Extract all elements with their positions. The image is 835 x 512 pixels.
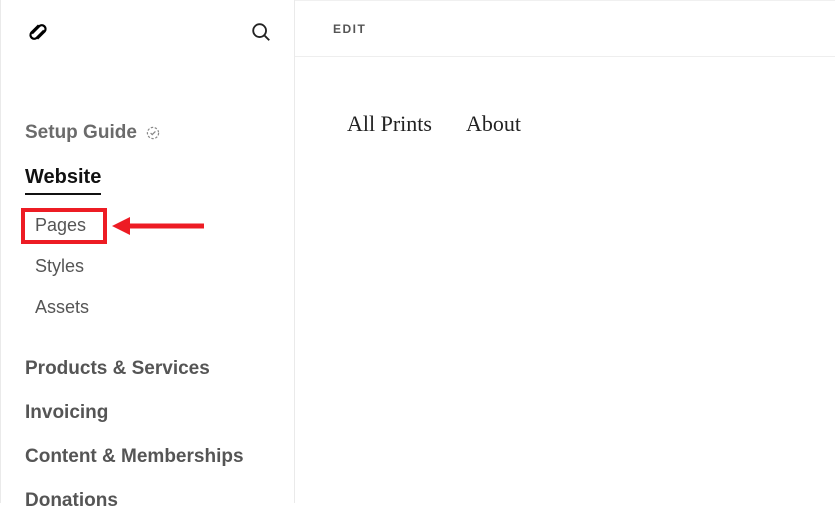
main-header: EDIT xyxy=(295,1,835,57)
site-preview: All Prints About xyxy=(295,57,835,137)
sidebar-item-setup-guide[interactable]: Setup Guide xyxy=(25,122,294,144)
squarespace-logo-icon[interactable] xyxy=(23,17,53,47)
sidebar-nav: Setup Guide Website Pages xyxy=(1,50,294,512)
sidebar-item-products-services[interactable]: Products & Services xyxy=(25,358,294,380)
preview-nav-label: About xyxy=(466,111,521,136)
preview-nav-label: All Prints xyxy=(347,111,432,136)
sidebar-subitem-pages[interactable]: Pages xyxy=(25,215,86,236)
sidebar-section-website: Website Pages Styles Assets xyxy=(25,166,294,338)
sidebar-item-label: Pages xyxy=(35,215,86,235)
preview-nav-link-about[interactable]: About xyxy=(466,111,521,137)
sidebar-subitem-assets[interactable]: Assets xyxy=(25,297,89,318)
sidebar-item-label: Styles xyxy=(35,256,84,276)
sidebar-item-invoicing[interactable]: Invoicing xyxy=(25,402,294,424)
sidebar-item-website[interactable]: Website xyxy=(25,166,101,195)
sidebar-item-label: Donations xyxy=(25,490,118,511)
app-root: Setup Guide Website Pages xyxy=(0,0,835,503)
sidebar: Setup Guide Website Pages xyxy=(0,0,295,503)
sidebar-item-donations[interactable]: Donations xyxy=(25,490,294,512)
sidebar-item-label: Website xyxy=(25,166,101,188)
edit-mode-label[interactable]: EDIT xyxy=(333,22,366,36)
setup-progress-icon xyxy=(145,122,161,144)
sidebar-item-label: Setup Guide xyxy=(25,122,137,144)
preview-nav-link-all-prints[interactable]: All Prints xyxy=(347,111,432,137)
main-panel: EDIT All Prints About xyxy=(295,0,835,503)
sidebar-item-content-memberships[interactable]: Content & Memberships xyxy=(25,446,294,468)
sidebar-item-label: Content & Memberships xyxy=(25,446,244,467)
sidebar-item-label: Products & Services xyxy=(25,358,210,379)
preview-nav: All Prints About xyxy=(347,111,835,137)
sidebar-top xyxy=(1,0,294,50)
sidebar-item-label: Invoicing xyxy=(25,402,108,423)
sidebar-item-label: Assets xyxy=(35,297,89,317)
sidebar-subitem-styles[interactable]: Styles xyxy=(25,256,84,277)
search-icon[interactable] xyxy=(250,21,272,43)
